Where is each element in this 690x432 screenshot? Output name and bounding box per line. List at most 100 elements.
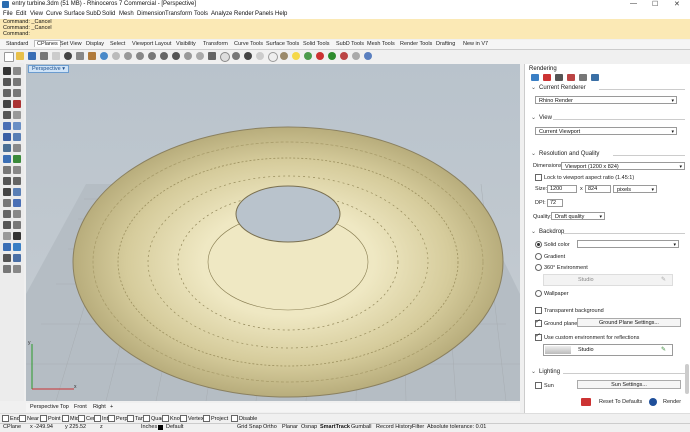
loft-icon[interactable] (13, 122, 21, 130)
menu-view[interactable]: View (30, 11, 43, 17)
subd-icon[interactable] (13, 155, 21, 163)
select-arrow-icon[interactable] (3, 67, 11, 75)
offset-icon[interactable] (13, 111, 21, 119)
wireframe-icon[interactable] (256, 52, 264, 60)
scale-icon[interactable] (13, 188, 21, 196)
tab-render-tools[interactable]: Render Tools (400, 41, 432, 47)
analyze-icon[interactable] (3, 243, 11, 251)
menu-surface[interactable]: Surface (64, 11, 85, 17)
tab-cplanes[interactable]: CPlanes (34, 40, 61, 47)
cut-icon[interactable] (64, 52, 72, 60)
status-record-history[interactable]: Record History (376, 424, 412, 430)
options-icon[interactable] (352, 52, 360, 60)
gradient-radio[interactable]: Gradient (535, 253, 565, 260)
environment-360-select[interactable]: Studio (543, 274, 673, 286)
text-icon[interactable] (3, 166, 11, 174)
osnap-int[interactable]: Int (94, 415, 108, 422)
tab-standard[interactable]: Standard (6, 41, 28, 47)
point-icon[interactable] (13, 67, 21, 75)
lights-tab-icon[interactable] (591, 74, 599, 81)
join-icon[interactable] (3, 210, 11, 218)
viewport-title[interactable]: Perspective ▾ (28, 65, 70, 73)
tab-mesh-tools[interactable]: Mesh Tools (367, 41, 395, 47)
status-smarttrack[interactable]: SmartTrack (320, 424, 350, 430)
zoom-window-icon[interactable] (148, 52, 156, 60)
panel-scrollbar[interactable] (685, 364, 689, 394)
undo-icon[interactable] (100, 52, 108, 60)
zoom-selected-icon[interactable] (172, 52, 180, 60)
units-select[interactable]: pixels ▾ (613, 185, 657, 193)
layers-tab-icon[interactable] (543, 74, 551, 81)
menu-transform[interactable]: Transform (165, 11, 192, 17)
chevron-down-icon[interactable]: ▾ (62, 66, 65, 72)
new-file-icon[interactable] (4, 52, 14, 62)
osnap-near[interactable]: Near (19, 415, 39, 422)
osnap-disable[interactable]: Disable (231, 415, 257, 422)
dimensions-select[interactable]: Viewport (1200 x 824) ▾ (561, 162, 685, 170)
menu-tools[interactable]: Tools (194, 11, 208, 17)
polygon-icon[interactable] (13, 100, 21, 108)
menu-render[interactable]: Render (234, 11, 254, 17)
lock-aspect-checkbox[interactable]: Lock to viewport aspect ratio (1.45:1) (535, 174, 634, 181)
four-views-icon[interactable] (196, 52, 204, 60)
solid-color-radio[interactable]: Solid color (535, 241, 570, 248)
box-icon[interactable] (3, 133, 11, 141)
fillet-icon[interactable] (3, 111, 11, 119)
ground-plane-settings-button[interactable]: Ground Plane Settings... (577, 318, 681, 327)
tab-viewport-layout[interactable]: Viewport Layout (132, 41, 171, 47)
sphere-icon[interactable] (13, 133, 21, 141)
select-icon[interactable] (208, 52, 216, 60)
properties-tab-icon[interactable] (531, 74, 539, 81)
layer-icon[interactable] (316, 52, 324, 60)
open-folder-icon[interactable] (16, 52, 24, 60)
height-input[interactable]: 824 (585, 185, 611, 193)
edit-pen-icon[interactable]: ✎ (661, 346, 666, 353)
zoom-icon[interactable] (136, 52, 144, 60)
menu-subd[interactable]: SubD (86, 11, 101, 17)
copy-icon[interactable] (76, 52, 84, 60)
tab-right[interactable]: Right (93, 404, 106, 410)
trim-icon[interactable] (3, 221, 11, 229)
status-grid-snap[interactable]: Grid Snap (237, 424, 262, 430)
viewport-canvas[interactable] (26, 64, 520, 401)
tab-set-view[interactable]: Set View (60, 41, 82, 47)
status-units[interactable]: Inches (141, 424, 157, 430)
move-icon[interactable] (3, 177, 11, 185)
save-icon[interactable] (28, 52, 36, 60)
tab-display[interactable]: Display (86, 41, 104, 47)
render-button[interactable]: Render (663, 399, 681, 405)
status-planar[interactable]: Planar (282, 424, 298, 430)
osnap-end[interactable]: End (2, 415, 20, 422)
distance-icon[interactable] (13, 243, 21, 251)
tab-top[interactable]: Top (60, 404, 69, 410)
zoom-extents-icon[interactable] (160, 52, 168, 60)
mirror-icon[interactable] (3, 199, 11, 207)
osnap-project[interactable]: Project (203, 415, 228, 422)
menu-help[interactable]: Help (275, 11, 287, 17)
osnap-quad[interactable]: Quad (143, 415, 164, 422)
rendered-icon[interactable] (280, 52, 288, 60)
osnap-point[interactable]: Point (40, 415, 61, 422)
help-icon[interactable] (364, 52, 372, 60)
status-ortho[interactable]: Ortho (263, 424, 277, 430)
transparent-background-checkbox[interactable]: Transparent background (535, 307, 604, 314)
menu-curve[interactable]: Curve (46, 11, 62, 17)
dpi-input[interactable]: 72 (547, 199, 563, 207)
explode-icon[interactable] (13, 210, 21, 218)
osnap-knot[interactable]: Knot (162, 415, 181, 422)
render-teapot-icon[interactable] (649, 398, 657, 406)
project-icon[interactable] (3, 254, 11, 262)
add-viewport-button[interactable]: + (110, 404, 113, 410)
mesh-icon[interactable] (13, 144, 21, 152)
menu-solid[interactable]: Solid (102, 11, 115, 17)
boolean-union-icon[interactable] (3, 155, 11, 163)
tab-drafting[interactable]: Drafting (436, 41, 455, 47)
menu-analyze[interactable]: Analyze (211, 11, 232, 17)
turbine-model[interactable] (72, 126, 504, 398)
tab-visibility[interactable]: Visibility (176, 41, 196, 47)
extrude-icon[interactable] (3, 144, 11, 152)
tab-surface-tools[interactable]: Surface Tools (266, 41, 299, 47)
quality-select[interactable]: Draft quality ▾ (551, 212, 605, 220)
status-gumball[interactable]: Gumball (351, 424, 371, 430)
rectangle-icon[interactable] (3, 100, 11, 108)
